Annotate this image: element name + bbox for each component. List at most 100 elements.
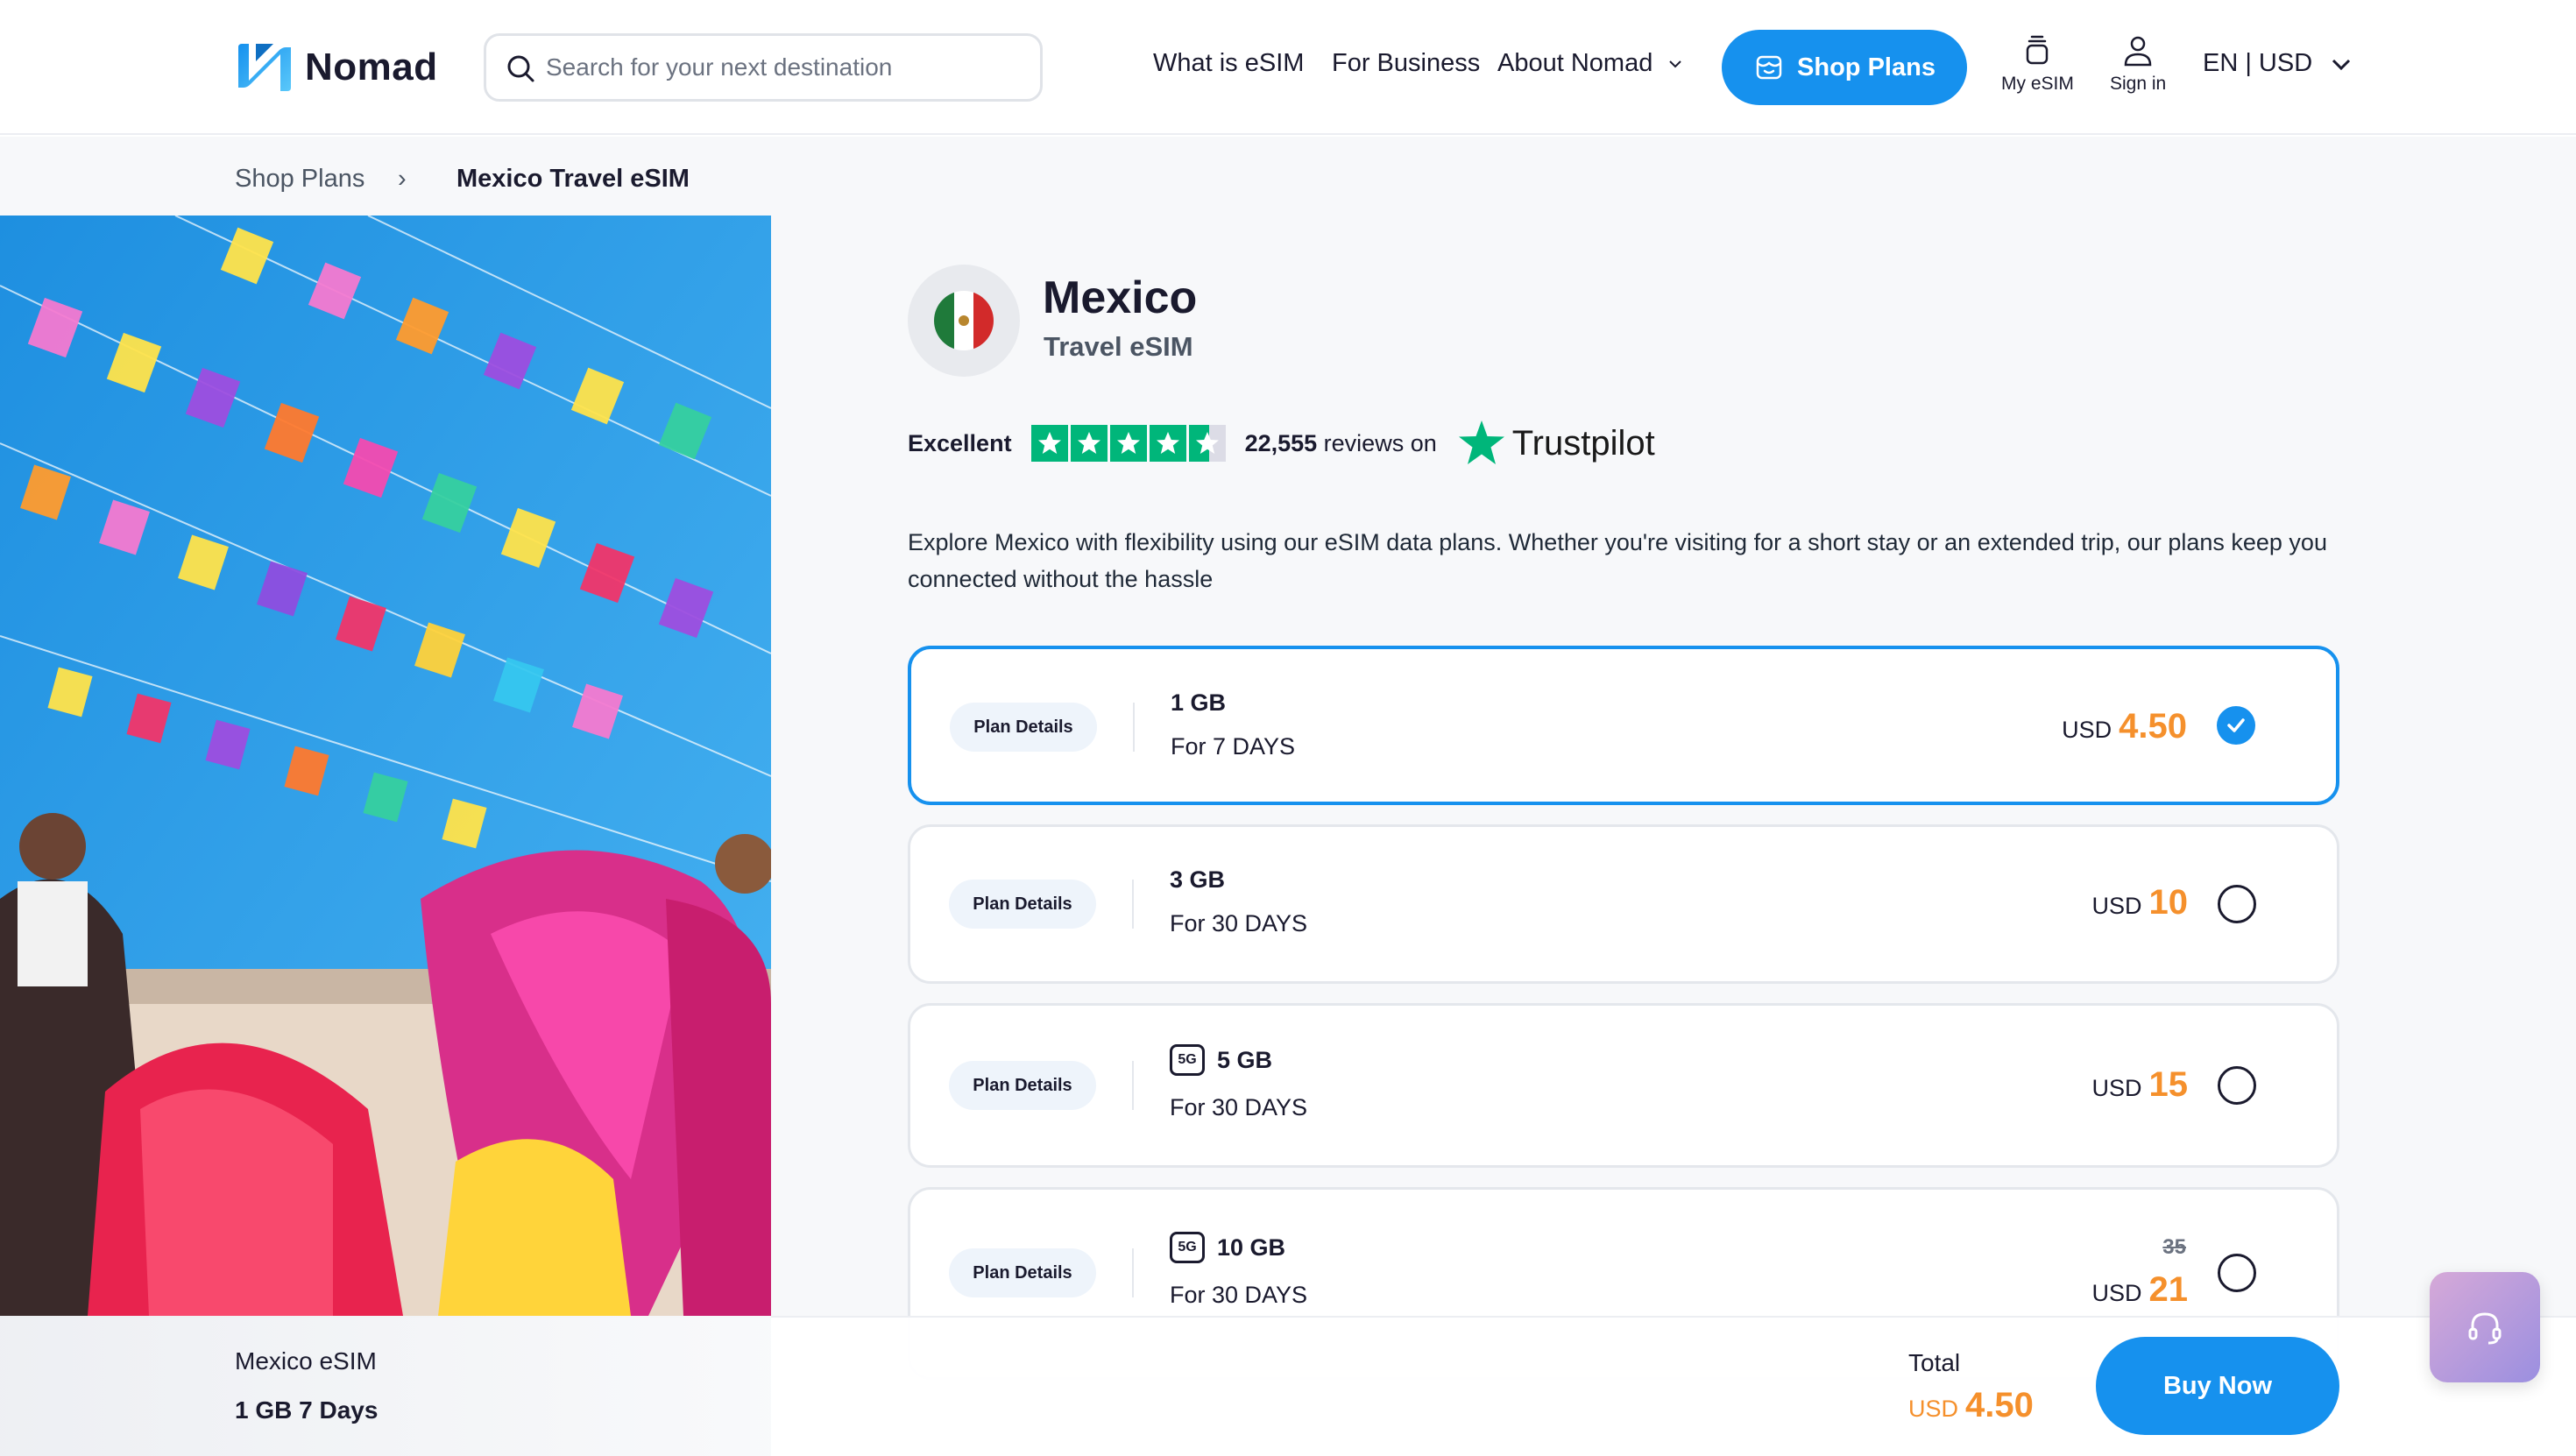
- page-subtitle: Travel eSIM: [1044, 331, 1193, 362]
- headset-icon: [2468, 1312, 2502, 1345]
- review-count-suffix: reviews on: [1323, 429, 1437, 456]
- plan-old-price: 35: [2162, 1235, 2186, 1259]
- star-icon: [1149, 425, 1186, 462]
- plan-duration: For 7 DAYS: [1171, 733, 1296, 760]
- search-input[interactable]: [546, 53, 1019, 81]
- price-currency: USD: [2091, 1280, 2142, 1306]
- plan-data-amount: 5G 5 GB: [1170, 1044, 1272, 1076]
- mexico-flag-icon: [934, 291, 994, 350]
- plan-details-button[interactable]: Plan Details: [949, 1248, 1096, 1297]
- nav-what-is-esim[interactable]: What is eSIM: [1153, 49, 1304, 78]
- 5g-badge: 5G: [1170, 1044, 1205, 1076]
- sign-in-label: Sign in: [2110, 74, 2167, 94]
- nav-about-label: About Nomad: [1497, 49, 1653, 77]
- plan-duration: For 30 DAYS: [1170, 910, 1308, 937]
- locale-label: EN | USD: [2203, 49, 2313, 77]
- my-esim-link[interactable]: My eSIM: [2001, 33, 2074, 95]
- rating-label: Excellent: [908, 429, 1012, 456]
- sign-in-link[interactable]: Sign in: [2110, 33, 2166, 95]
- store-icon: [1756, 55, 1782, 80]
- shop-plans-button[interactable]: Shop Plans: [1722, 30, 1967, 105]
- chevron-down-icon: [2332, 59, 2351, 70]
- plan-price: USD 10: [2091, 883, 2188, 922]
- plan-data-label: 1 GB: [1171, 689, 1227, 716]
- site-header: Nomad What is eSIM For Business About No…: [0, 0, 2576, 135]
- 5g-badge: 5G: [1170, 1232, 1205, 1263]
- country-flag: [908, 265, 1020, 377]
- total-currency: USD: [1908, 1396, 1959, 1422]
- price-value: 15: [2148, 1065, 2189, 1104]
- search-icon: [507, 55, 534, 82]
- plan-divider: [1132, 1248, 1134, 1297]
- plan-duration: For 30 DAYS: [1170, 1094, 1308, 1120]
- plan-data-amount: 5G 10 GB: [1170, 1232, 1285, 1263]
- price-value: 10: [2148, 883, 2189, 922]
- breadcrumb: [0, 137, 2576, 216]
- locale-selector[interactable]: EN | USD: [2203, 49, 2353, 78]
- esim-stack-icon: [2027, 35, 2049, 65]
- plan-price: USD 4.50: [2062, 707, 2187, 746]
- nav-for-business[interactable]: For Business: [1332, 49, 1480, 78]
- plan-radio[interactable]: [2218, 1066, 2256, 1105]
- plan-card-5gb[interactable]: Plan Details 5G 5 GB For 30 DAYS USD 15: [908, 1003, 2339, 1168]
- user-icon: [2124, 36, 2152, 67]
- trustpilot-star-icon: [1458, 421, 1504, 464]
- star-rating: [1030, 425, 1226, 462]
- nomad-logo-icon: [238, 44, 291, 91]
- star-icon: [1030, 425, 1068, 462]
- plan-data-amount: 1 GB: [1171, 689, 1226, 717]
- half-star-icon: [1188, 425, 1226, 462]
- plan-details-button[interactable]: Plan Details: [950, 703, 1097, 752]
- hero-illustration: [0, 216, 771, 1316]
- price-currency: USD: [2091, 893, 2142, 919]
- star-icon: [1109, 425, 1147, 462]
- my-esim-label: My eSIM: [2001, 74, 2074, 94]
- plan-duration: For 30 DAYS: [1170, 1282, 1308, 1308]
- nav-about-nomad[interactable]: About Nomad: [1497, 49, 1684, 78]
- trustpilot-logo: Trustpilot: [1511, 423, 1655, 463]
- price-value: 4.50: [2119, 707, 2187, 746]
- plan-details-button[interactable]: Plan Details: [949, 1061, 1096, 1110]
- plan-divider: [1133, 703, 1135, 752]
- price-value: 21: [2148, 1270, 2189, 1309]
- plan-price: USD 15: [2091, 1065, 2188, 1105]
- breadcrumb-shop-plans[interactable]: Shop Plans: [235, 165, 364, 194]
- price-currency: USD: [2062, 717, 2112, 743]
- total-label: Total: [1908, 1349, 1961, 1376]
- shop-plans-label: Shop Plans: [1797, 53, 1936, 81]
- search-box[interactable]: [484, 33, 1043, 102]
- breadcrumb-separator: ›: [398, 165, 407, 193]
- summary-title: Mexico eSIM: [235, 1347, 377, 1375]
- breadcrumb-current: Mexico Travel eSIM: [456, 165, 690, 193]
- support-chat-button[interactable]: [2430, 1272, 2540, 1382]
- logo-text: Nomad: [305, 46, 438, 88]
- plan-card-3gb[interactable]: Plan Details 3 GB For 30 DAYS USD 10: [908, 824, 2339, 984]
- plan-details-button[interactable]: Plan Details: [949, 880, 1096, 929]
- trustpilot-rating[interactable]: Excellent 22,555 reviews on Trustpilot: [908, 417, 1655, 470]
- price-currency: USD: [2091, 1075, 2142, 1101]
- plan-data-amount: 3 GB: [1170, 866, 1225, 894]
- checkout-bar-image-overlay: [0, 1316, 771, 1456]
- buy-now-button[interactable]: Buy Now: [2096, 1337, 2339, 1435]
- plan-divider: [1132, 880, 1134, 929]
- plan-divider: [1132, 1061, 1134, 1110]
- page-title: Mexico: [1043, 272, 1198, 323]
- plan-price: USD 21: [2091, 1270, 2188, 1310]
- plan-radio[interactable]: [2218, 885, 2256, 923]
- product-description: Explore Mexico with flexibility using ou…: [908, 529, 2327, 592]
- hero-image: [0, 216, 771, 1316]
- nomad-logo[interactable]: Nomad: [235, 39, 438, 96]
- star-icon: [1070, 425, 1108, 462]
- plan-data-label: 10 GB: [1217, 1233, 1286, 1261]
- total-value: 4.50: [1965, 1386, 2034, 1424]
- plan-card-1gb[interactable]: Plan Details 1 GB For 7 DAYS USD 4.50: [908, 646, 2339, 805]
- summary-plan: 1 GB 7 Days: [235, 1396, 379, 1424]
- plan-radio-selected[interactable]: [2217, 706, 2255, 745]
- plan-radio[interactable]: [2218, 1254, 2256, 1292]
- plan-data-label: 5 GB: [1217, 1046, 1273, 1073]
- chevron-down-icon: [1669, 60, 1682, 67]
- review-count-number: 22,555: [1244, 429, 1318, 456]
- review-count: 22,555 reviews on: [1245, 430, 1437, 457]
- plan-data-label: 3 GB: [1170, 866, 1226, 893]
- check-icon: [2227, 718, 2245, 732]
